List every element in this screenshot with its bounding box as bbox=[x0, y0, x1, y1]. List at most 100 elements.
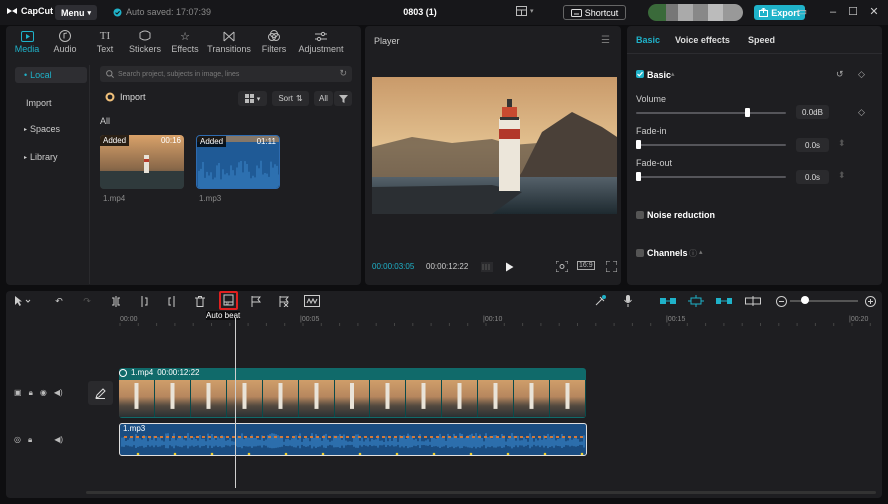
fadein-value[interactable]: 0.0s bbox=[796, 138, 829, 152]
sidebar-item-spaces[interactable]: ▸ Spaces bbox=[15, 121, 87, 137]
import-button[interactable]: Import bbox=[105, 92, 146, 102]
select-tool-icon[interactable] bbox=[13, 295, 33, 307]
marker-x-icon[interactable] bbox=[278, 295, 290, 307]
playhead[interactable] bbox=[235, 318, 236, 488]
fullscreen-crop-icon[interactable] bbox=[556, 261, 568, 272]
reset-icon[interactable]: ↺ bbox=[836, 69, 844, 80]
beat-marker bbox=[358, 436, 361, 438]
audio-clip[interactable]: 1.mp3 bbox=[119, 423, 587, 456]
volume-knob[interactable] bbox=[744, 108, 750, 117]
video-clip[interactable]: 1.mp4 00:00:12:22 bbox=[119, 368, 586, 418]
volume-slider[interactable] bbox=[636, 112, 786, 114]
tab-speed[interactable]: Speed bbox=[748, 35, 775, 45]
tab-adjustment[interactable]: Adjustment bbox=[297, 29, 345, 54]
keyframe-icon[interactable]: ◇ bbox=[858, 107, 865, 118]
fadeout-knob[interactable] bbox=[636, 172, 641, 181]
sidebar-item-library[interactable]: ▸ Library bbox=[15, 149, 87, 165]
lighthouse-frame bbox=[372, 77, 617, 214]
chevron-down-icon: ▾ bbox=[87, 9, 91, 17]
beat-marker bbox=[550, 436, 553, 438]
zoom-slider-knob[interactable] bbox=[801, 296, 809, 304]
undo-icon[interactable]: ↶ bbox=[53, 295, 65, 307]
search-input[interactable]: Search project, subjects in image, lines… bbox=[100, 66, 352, 82]
zoom-in-icon[interactable] bbox=[864, 295, 876, 307]
keyframe-icon[interactable]: ◇ bbox=[858, 69, 865, 80]
filmstrip-frame bbox=[514, 380, 551, 417]
tab-transitions[interactable]: Transitions bbox=[207, 29, 251, 54]
maximize-icon[interactable]: ☐ bbox=[847, 6, 859, 18]
volume-label: Volume bbox=[636, 94, 667, 104]
tab-filters[interactable]: Filters bbox=[256, 29, 292, 54]
aspect-ratio-button[interactable]: 16:9 bbox=[577, 261, 595, 270]
shortcut-button[interactable]: Shortcut bbox=[563, 5, 626, 20]
split-screen-icon[interactable] bbox=[745, 295, 761, 307]
basic-checkbox[interactable] bbox=[636, 70, 644, 78]
tab-effects[interactable]: ☆ Effects bbox=[167, 29, 203, 55]
tab-stickers[interactable]: Stickers bbox=[127, 29, 163, 54]
refresh-icon[interactable]: ↻ bbox=[339, 68, 347, 79]
minimize-icon[interactable]: – bbox=[827, 6, 839, 18]
sort-button[interactable]: Sort ⇅ bbox=[272, 91, 309, 106]
eye-icon[interactable]: ◉ bbox=[40, 388, 47, 398]
link-main-icon[interactable] bbox=[660, 295, 676, 307]
beat-marker bbox=[406, 436, 409, 438]
project-name[interactable]: 0803 (1) bbox=[380, 7, 460, 17]
volume-value[interactable]: 0.0dB bbox=[796, 105, 829, 119]
media-item-video[interactable]: Added 00:16 bbox=[100, 135, 184, 189]
redo-icon[interactable]: ↷ bbox=[81, 295, 93, 307]
marker-flag-icon[interactable] bbox=[250, 295, 262, 307]
tab-voice-effects[interactable]: Voice effects bbox=[675, 35, 730, 45]
stepper-icon[interactable]: ⬍ bbox=[838, 138, 846, 149]
message-icon[interactable]: ▭ bbox=[796, 6, 808, 18]
auto-beat-icon: AI bbox=[223, 294, 234, 306]
chevron-up-icon[interactable]: ▴ bbox=[699, 248, 703, 256]
microphone-icon[interactable] bbox=[622, 295, 634, 307]
close-icon[interactable]: ✕ bbox=[868, 6, 880, 18]
trim-left-icon[interactable] bbox=[138, 295, 150, 307]
noise-reduction-label: Noise reduction bbox=[647, 210, 716, 220]
play-button[interactable] bbox=[505, 262, 515, 272]
preview-axis-icon[interactable] bbox=[716, 295, 732, 307]
user-avatar[interactable] bbox=[648, 4, 743, 21]
tab-audio[interactable]: Audio bbox=[47, 29, 83, 54]
horizontal-scrollbar[interactable] bbox=[86, 491, 876, 494]
sidebar-item-local[interactable]: • Local bbox=[15, 67, 87, 83]
lock-icon[interactable]: 🔒︎ bbox=[29, 388, 33, 398]
fadein-knob[interactable] bbox=[636, 140, 641, 149]
fadein-slider[interactable] bbox=[636, 144, 786, 146]
fullscreen-icon[interactable] bbox=[606, 261, 617, 272]
edit-cover-button[interactable] bbox=[88, 381, 113, 405]
timeline-marker-icon bbox=[481, 262, 493, 272]
speaker-icon[interactable]: ◀) bbox=[54, 388, 63, 398]
link-auto-icon[interactable] bbox=[688, 295, 704, 307]
fadeout-slider[interactable] bbox=[636, 176, 786, 178]
info-icon[interactable]: ⓘ bbox=[689, 248, 697, 259]
video-preview[interactable] bbox=[372, 77, 617, 214]
sidebar-item-import[interactable]: Import bbox=[15, 95, 87, 111]
split-icon[interactable] bbox=[110, 295, 122, 307]
delete-icon[interactable] bbox=[194, 295, 206, 307]
speaker-icon[interactable]: ◀) bbox=[54, 435, 63, 445]
lock-icon[interactable]: 🔒︎ bbox=[28, 435, 32, 445]
stepper-icon[interactable]: ⬍ bbox=[838, 170, 846, 181]
ai-snap-icon[interactable] bbox=[594, 295, 606, 307]
chevron-up-icon[interactable]: ▴ bbox=[671, 70, 675, 78]
noise-reduction-checkbox[interactable] bbox=[636, 211, 644, 219]
hamburger-icon[interactable]: ☰ bbox=[601, 35, 610, 46]
tab-text[interactable]: TI Text bbox=[87, 29, 123, 54]
tab-basic[interactable]: Basic bbox=[636, 35, 660, 45]
layout-button[interactable]: ▾ bbox=[516, 6, 534, 16]
ruler-tick: |00:05 bbox=[300, 316, 320, 323]
tab-media[interactable]: Media bbox=[9, 29, 45, 54]
media-item-audio[interactable]: Added 01:11 bbox=[196, 135, 280, 189]
filter-all-button[interactable]: All bbox=[314, 91, 333, 106]
view-mode-button[interactable]: ▾ bbox=[238, 91, 267, 106]
channels-checkbox[interactable] bbox=[636, 249, 644, 257]
zoom-out-icon[interactable] bbox=[775, 295, 787, 307]
filter-icon[interactable] bbox=[334, 91, 352, 106]
fadeout-value[interactable]: 0.0s bbox=[796, 170, 829, 184]
trim-right-icon[interactable] bbox=[166, 295, 178, 307]
menu-button[interactable]: Menu ▾ bbox=[55, 5, 97, 20]
auto-beat-button[interactable]: AI bbox=[219, 291, 238, 310]
ai-beat-icon[interactable] bbox=[304, 295, 320, 307]
